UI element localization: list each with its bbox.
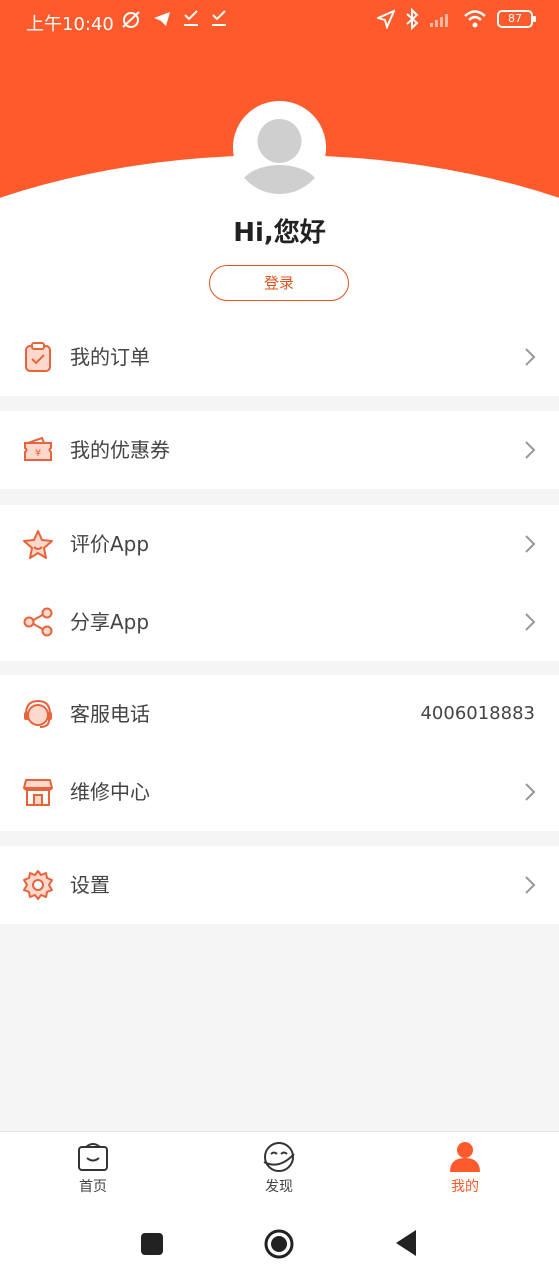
menu-item-share-app[interactable]: 分享App: [0, 583, 559, 661]
status-bar: 上午10:40 87: [0, 0, 559, 44]
tab-home[interactable]: 首页: [53, 1140, 133, 1196]
star-icon: [23, 530, 53, 559]
tab-mine-label: 我的: [451, 1179, 479, 1195]
home-bag-icon: [78, 1143, 108, 1171]
mute-alarm-icon: [122, 11, 140, 28]
bluetooth-icon: [406, 8, 419, 30]
system-nav-bar: [0, 1207, 559, 1280]
chevron-right-icon: [525, 613, 536, 631]
menu-label-orders: 我的订单: [70, 345, 150, 369]
menu-item-repair-center[interactable]: 维修中心: [0, 753, 559, 831]
chevron-right-icon: [525, 348, 536, 366]
menu-group-settings: 设置: [0, 846, 559, 924]
download-done-icon: [212, 10, 226, 26]
status-time: 上午10:40: [26, 14, 114, 35]
location-icon: [377, 9, 395, 29]
chevron-right-icon: [525, 783, 536, 801]
greeting-text: Hi,您好: [233, 218, 326, 248]
menu-item-settings[interactable]: 设置: [0, 846, 559, 924]
avatar[interactable]: [233, 101, 326, 194]
tab-mine[interactable]: 我的: [425, 1140, 505, 1196]
menu-label-rate-app: 评价App: [70, 532, 150, 556]
download-done-icon: [184, 10, 198, 26]
menu-item-service-phone[interactable]: 客服电话 4006018883: [0, 675, 559, 753]
home-button[interactable]: [263, 1228, 295, 1260]
menu-group-service: 客服电话 4006018883 维修中心: [0, 675, 559, 831]
store-icon: [23, 779, 53, 806]
wifi-icon: [464, 10, 486, 28]
menu-group-orders: 我的订单: [0, 318, 559, 396]
notification-icons: [120, 8, 228, 30]
clipboard-icon: [25, 342, 51, 372]
recent-apps-button[interactable]: [140, 1232, 164, 1256]
menu-label-service-phone: 客服电话: [70, 702, 150, 726]
default-avatar-icon: [233, 101, 326, 194]
menu-item-orders[interactable]: 我的订单: [0, 318, 559, 396]
menu-item-coupons[interactable]: ¥ 我的优惠券: [0, 411, 559, 489]
headset-icon: [24, 699, 52, 728]
signal-icon: [430, 14, 448, 27]
menu-label-repair-center: 维修中心: [70, 780, 150, 804]
share-icon: [23, 607, 53, 637]
system-status-icons: 87: [377, 8, 536, 30]
svg-text:¥: ¥: [35, 448, 41, 459]
login-button[interactable]: 登录: [209, 265, 349, 301]
menu-item-rate-app[interactable]: 评价App: [0, 505, 559, 583]
user-icon: [450, 1142, 480, 1172]
chevron-right-icon: [525, 876, 536, 894]
menu-label-share-app: 分享App: [70, 610, 150, 634]
service-phone-number[interactable]: 4006018883: [420, 675, 535, 753]
chevron-right-icon: [525, 535, 536, 553]
menu-group-coupons: ¥ 我的优惠券: [0, 411, 559, 489]
menu-group-app: 评价App 分享App: [0, 505, 559, 661]
back-button[interactable]: [394, 1229, 418, 1257]
tab-discover[interactable]: 发现: [239, 1140, 319, 1196]
discover-icon: [263, 1142, 295, 1172]
coupon-icon: ¥: [24, 436, 52, 461]
menu-label-settings: 设置: [70, 873, 110, 897]
telegram-icon: [154, 12, 170, 26]
chevron-right-icon: [525, 441, 536, 459]
battery-icon: 87: [497, 10, 536, 28]
bottom-nav: 首页 发现 我的: [0, 1131, 559, 1207]
gear-icon: [23, 870, 53, 900]
menu-label-coupons: 我的优惠券: [70, 438, 170, 462]
tab-home-label: 首页: [79, 1179, 107, 1195]
tab-discover-label: 发现: [265, 1179, 293, 1195]
